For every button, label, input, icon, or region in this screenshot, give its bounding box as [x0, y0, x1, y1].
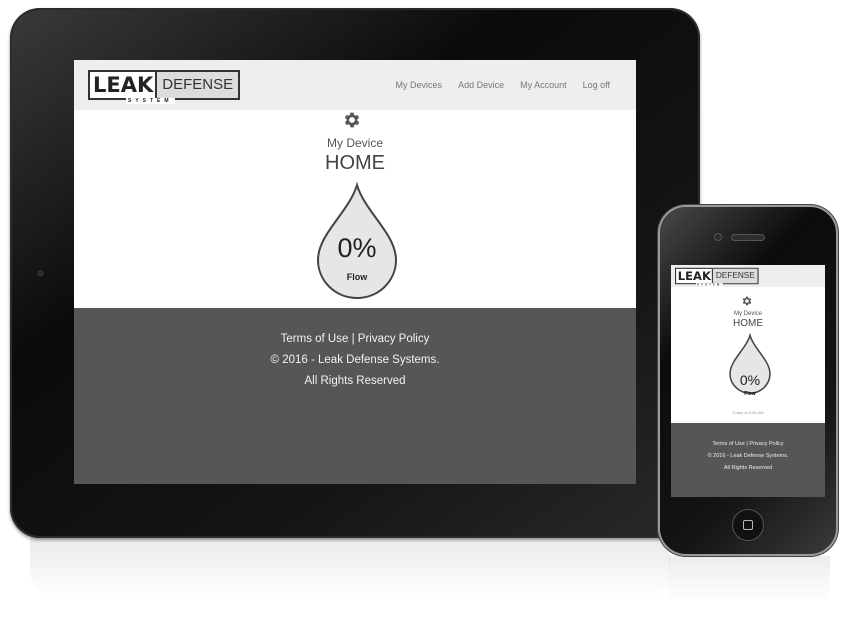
brand-logo[interactable]: LEAK DEFENSE SYSTEM — [88, 70, 241, 104]
nav-link-my-devices[interactable]: My Devices — [396, 80, 443, 90]
device-location: HOME — [325, 152, 385, 174]
footer-copyright: © 2016 - Leak Defense Systems. — [270, 354, 440, 366]
mobile-logo-system-text: SYSTEM — [695, 283, 723, 287]
site-header: LEAK DEFENSE SYSTEM My Devices Add Devic… — [74, 60, 636, 110]
phone-reflection — [668, 556, 830, 614]
phone-camera — [715, 234, 721, 240]
mobile-privacy-policy-link[interactable]: Privacy Policy — [749, 441, 783, 447]
mobile-footer-copyright: © 2016 - Leak Defense Systems. — [707, 453, 789, 459]
mobile-flow-label: Flow — [744, 391, 756, 397]
phone-screen: LEAK DEFENSE SYSTEM My Device HOME 0% Fl… — [671, 265, 825, 497]
nav-link-log-off[interactable]: Log off — [583, 80, 610, 90]
mobile-last-updated: Today at 8:56 AM — [732, 410, 764, 415]
flow-label: Flow — [346, 272, 368, 282]
mobile-footer-rights: All Rights Reserved — [723, 465, 773, 471]
phone-speaker — [732, 235, 764, 240]
mobile-device-panel: My Device HOME 0% Flow Today at 8:56 AM — [671, 287, 825, 423]
mobile-header: LEAK DEFENSE SYSTEM — [671, 265, 825, 287]
mobile-footer: Terms of Use | Privacy Policy © 2016 - L… — [671, 423, 825, 497]
device-name: My Device — [326, 136, 383, 150]
footer-rights: All Rights Reserved — [304, 375, 406, 387]
mobile-device-location: HOME — [733, 318, 763, 329]
site-footer: Terms of Use | Privacy Policy © 2016 - L… — [74, 308, 636, 484]
mobile-logo-defense-text: DEFENSE — [711, 268, 758, 284]
phone-device: LEAK DEFENSE SYSTEM My Device HOME 0% Fl… — [660, 207, 836, 554]
nav-link-my-account[interactable]: My Account — [520, 80, 567, 90]
mobile-terms-of-use-link[interactable]: Terms of Use — [712, 441, 744, 447]
tablet-screen: LEAK DEFENSE SYSTEM My Devices Add Devic… — [74, 60, 636, 484]
privacy-policy-link[interactable]: Privacy Policy — [358, 333, 430, 345]
gear-icon[interactable] — [342, 110, 362, 130]
mobile-brand-logo[interactable]: LEAK DEFENSE SYSTEM — [675, 267, 759, 287]
flow-percent: 0% — [337, 233, 377, 263]
mobile-device-name: My Device — [733, 311, 762, 317]
logo-system-text: SYSTEM — [126, 98, 175, 104]
tablet-camera — [37, 270, 44, 277]
logo-defense-text: DEFENSE — [155, 72, 239, 98]
mobile-footer-legal-links: Terms of Use | Privacy Policy — [671, 441, 825, 447]
mobile-logo-leak-text: LEAK — [677, 269, 711, 283]
footer-separator: | — [348, 333, 358, 345]
footer-legal-links: Terms of Use | Privacy Policy — [74, 333, 636, 345]
home-square-icon — [743, 520, 753, 530]
tablet-device: LEAK DEFENSE SYSTEM My Devices Add Devic… — [10, 8, 700, 538]
main-nav: My Devices Add Device My Account Log off — [396, 80, 610, 90]
mobile-flow-percent: 0% — [739, 372, 761, 388]
terms-of-use-link[interactable]: Terms of Use — [281, 333, 349, 345]
tablet-reflection — [30, 538, 670, 608]
nav-link-add-device[interactable]: Add Device — [458, 80, 504, 90]
logo-leak-text: LEAK — [93, 73, 154, 97]
mobile-gear-icon[interactable] — [741, 295, 753, 307]
